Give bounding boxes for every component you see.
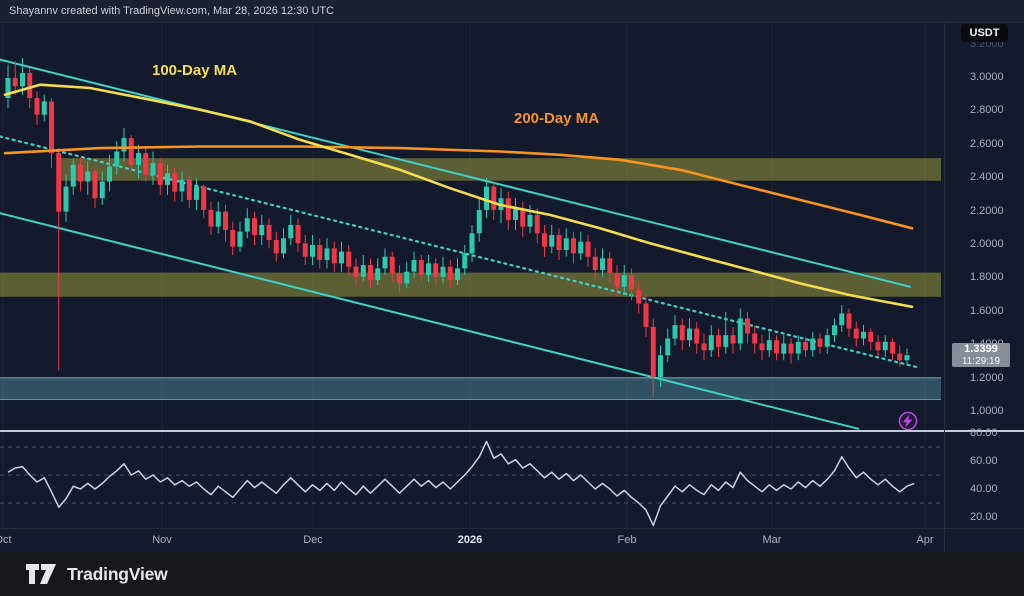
price-tick-label: 2.4000 [970,171,1004,183]
time-tick-label: Oct [0,534,12,546]
pane-separator[interactable] [0,430,1024,432]
price-tick-label: 2.0000 [970,238,1004,250]
time-tick-label: Apr [916,534,933,546]
currency-badge[interactable]: USDT [961,24,1008,42]
ma200-label: 200-Day MA [514,110,599,127]
rsi-pane [0,441,944,525]
time-tick-label: Nov [152,534,172,546]
footer-bar: TradingView [0,552,1024,596]
price-tick-label: 1.8000 [970,271,1004,283]
rsi-line [8,441,914,525]
price-chart-svg[interactable] [0,0,1024,596]
time-tick-label: Feb [618,534,637,546]
tradingview-logo-icon [26,563,58,585]
rsi-tick-label: 60.00 [970,455,998,467]
candlestick-series [6,58,910,397]
tradingview-brand-text: TradingView [67,564,168,585]
attribution-bar: Shayannv created with TradingView.com, M… [0,0,1024,23]
time-axis-separator [0,528,1024,529]
support-zone [0,378,941,400]
time-tick-label: 2026 [458,534,482,546]
price-tick-label: 2.6000 [970,138,1004,150]
time-axis[interactable]: Oct Nov Dec 2026 Feb Mar Apr [0,529,1024,552]
rsi-tick-label: 40.00 [970,483,998,495]
lightning-boost-icon[interactable] [900,413,917,430]
tradingview-logo[interactable]: TradingView [26,563,168,585]
price-tick-label: 2.2000 [970,205,1004,217]
time-tick-label: Dec [303,534,323,546]
trendlines [0,60,916,429]
ma100-label: 100-Day MA [152,62,237,79]
last-price-value: 1.3399 [952,343,1010,356]
price-axis[interactable]: 3.20003.00002.80002.60002.40002.20002.00… [944,22,1024,528]
tradingview-chart-screenshot: Shayannv created with TradingView.com, M… [0,0,1024,596]
countdown-timer: 11:29:19 [952,356,1010,367]
price-tick-label: 2.8000 [970,104,1004,116]
time-tick-label: Mar [763,534,782,546]
price-tick-label: 1.2000 [970,372,1004,384]
rsi-tick-label: 20.00 [970,511,998,523]
price-tick-label: 3.0000 [970,71,1004,83]
attribution-text: Shayannv created with TradingView.com, M… [0,0,1024,22]
last-price-label: 1.3399 11:29:19 [952,343,1010,367]
price-tick-label: 1.6000 [970,305,1004,317]
rsi-tick-label: 80.00 [970,427,998,439]
price-tick-label: 1.0000 [970,405,1004,417]
